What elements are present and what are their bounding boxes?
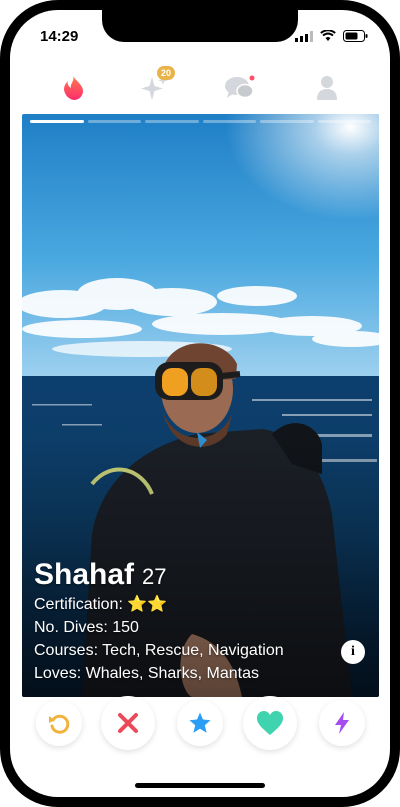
profile-card[interactable]: Shahaf 27 Certification: ⭐⭐ No. Dives: 1… [22, 114, 379, 697]
top-picks-badge: 20 [157, 66, 176, 80]
boost-button[interactable] [319, 700, 365, 746]
top-navigation: 20 [10, 62, 390, 120]
wifi-icon [320, 30, 336, 41]
info-icon: i [351, 644, 355, 659]
name-age-row: Shahaf 27 [34, 558, 367, 592]
photo-indicator[interactable] [87, 120, 141, 123]
home-indicator[interactable] [135, 783, 265, 788]
rewind-button[interactable] [36, 700, 82, 746]
info-button[interactable]: i [341, 640, 365, 664]
photo-indicator[interactable] [317, 120, 371, 123]
profile-info: Shahaf 27 Certification: ⭐⭐ No. Dives: 1… [34, 558, 367, 684]
certification-label: Certification: [34, 596, 123, 613]
dives-line: No. Dives: 150 [34, 619, 139, 636]
photo-progress [30, 120, 371, 123]
close-icon [118, 713, 138, 733]
app-screen: 14:29 20 Shahaf 27 Certification: ⭐⭐ No.… [10, 10, 390, 797]
messages-icon [225, 75, 255, 99]
profile-icon [317, 76, 337, 100]
battery-icon [343, 30, 368, 42]
nav-profile[interactable] [307, 68, 347, 108]
signal-icon [295, 30, 313, 42]
loves-line: Loves: Whales, Sharks, Mantas [34, 665, 259, 682]
flame-icon [64, 76, 83, 100]
nav-top-picks[interactable]: 20 [135, 66, 176, 108]
rewind-icon [49, 714, 70, 734]
photo-indicator[interactable] [202, 120, 256, 123]
nope-button[interactable] [101, 696, 155, 750]
profile-name: Shahaf [34, 558, 135, 591]
action-bar [10, 696, 390, 760]
lightning-icon [335, 712, 349, 734]
courses-line: Courses: Tech, Rescue, Navigation [34, 642, 284, 659]
super-like-button[interactable] [177, 700, 223, 746]
status-time: 14:29 [40, 28, 79, 45]
photo-indicator[interactable] [145, 120, 199, 123]
phone-frame: 14:29 20 Shahaf 27 Certification: ⭐⭐ No.… [0, 0, 400, 807]
nav-discover[interactable] [53, 68, 93, 108]
profile-age: 27 [142, 564, 167, 589]
certification-line: Certification: ⭐⭐ [34, 595, 367, 615]
like-button[interactable] [243, 696, 297, 750]
star-icon [189, 712, 211, 733]
certification-stars: ⭐⭐ [127, 596, 168, 613]
device-notch [102, 10, 298, 42]
photo-indicator[interactable] [30, 120, 84, 123]
nav-messages[interactable] [220, 68, 260, 108]
heart-icon [257, 711, 283, 735]
status-icons [295, 30, 368, 42]
photo-indicator[interactable] [260, 120, 314, 123]
